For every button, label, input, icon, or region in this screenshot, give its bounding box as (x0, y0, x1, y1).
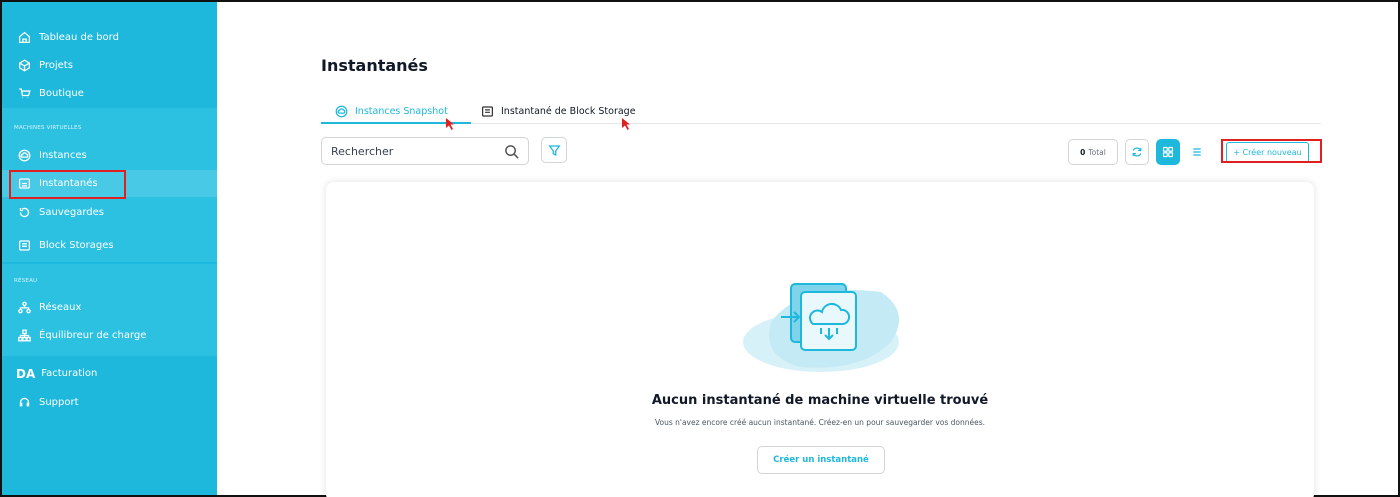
sidebar-item-label: Réseaux (39, 302, 82, 313)
cloud-snapshot-illustration-icon (743, 283, 899, 372)
tab-bar: Instances Snapshot Instantané de Block S… (321, 98, 1321, 124)
home-icon (16, 30, 32, 46)
storage-icon (16, 238, 32, 254)
filter-button[interactable] (541, 137, 567, 163)
sidebar-item-support[interactable]: Support (2, 389, 217, 416)
search-placeholder: Rechercher (331, 144, 394, 158)
tab-label: Instances Snapshot (355, 105, 448, 117)
empty-state-card: Aucun instantané de machine virtuelle tr… (326, 182, 1314, 497)
sidebar-item-label: Tableau de bord (39, 32, 119, 43)
sidebar-item-billing[interactable]: DA Facturation (2, 360, 217, 387)
sidebar-item-label: Facturation (41, 368, 98, 379)
sidebar-section-vm: MACHINES VIRTUELLES (14, 125, 82, 131)
cloud-icon (16, 148, 32, 164)
sidebar-item-block-storages[interactable]: Block Storages (2, 232, 217, 259)
empty-state-subtitle: Vous n'avez encore créé aucun instantané… (654, 418, 986, 427)
highlight-sidebar-snapshots (9, 170, 126, 199)
page-title: Instantanés (321, 56, 428, 75)
search-icon (504, 144, 519, 162)
headset-icon (16, 395, 32, 411)
sidebar-item-projects[interactable]: Projets (2, 52, 217, 79)
sidebar-item-label: Sauvegardes (39, 207, 105, 218)
create-snapshot-button[interactable]: Créer un instantané (757, 446, 885, 474)
sidebar-item-load-balancer[interactable]: Équilibreur de charge (2, 322, 217, 349)
sidebar-item-label: Boutique (39, 88, 84, 99)
total-count: 0 (1080, 147, 1086, 157)
cloud-icon (335, 105, 348, 118)
sidebar-item-label: Équilibreur de charge (39, 330, 147, 341)
cart-icon (16, 86, 32, 102)
tab-instances-snapshot[interactable]: Instances Snapshot (335, 100, 448, 122)
refresh-icon (1132, 147, 1142, 157)
sidebar-item-shop[interactable]: Boutique (2, 80, 217, 107)
total-label: Total (1088, 147, 1106, 157)
search-input[interactable]: Rechercher (321, 137, 529, 165)
list-view-button[interactable] (1185, 139, 1209, 165)
sidebar-item-label: Instances (39, 150, 87, 161)
list-icon (1193, 148, 1201, 156)
sidebar-item-instances[interactable]: Instances (2, 142, 217, 169)
grid-view-button[interactable] (1156, 139, 1180, 165)
grid-icon (1162, 146, 1174, 158)
sidebar-item-networks[interactable]: Réseaux (2, 294, 217, 321)
backup-icon (16, 205, 32, 221)
sidebar-item-label: Support (39, 397, 79, 408)
total-badge: 0 Total (1068, 139, 1118, 165)
network-icon (16, 300, 32, 316)
tab-block-storage-snapshot[interactable]: Instantané de Block Storage (481, 100, 636, 122)
sidebar-section-network: RÉSEAU (14, 278, 38, 284)
sidebar: Tableau de bord Projets Boutique MACHINE… (2, 2, 217, 495)
empty-state-title: Aucun instantané de machine virtuelle tr… (651, 393, 989, 408)
sidebar-item-label: Projets (39, 60, 73, 71)
refresh-button[interactable] (1125, 139, 1149, 165)
highlight-create-button (1221, 139, 1322, 163)
cursor-icon (446, 118, 454, 130)
sidebar-item-backups[interactable]: Sauvegardes (2, 199, 217, 226)
billing-prefix: DA (16, 366, 36, 381)
loadbalancer-icon (16, 328, 32, 344)
sidebar-item-dashboard[interactable]: Tableau de bord (2, 24, 217, 51)
cube-icon (16, 58, 32, 74)
sidebar-item-label: Block Storages (39, 240, 114, 251)
storage-icon (481, 105, 494, 118)
filter-icon (547, 144, 561, 156)
cursor-icon (622, 118, 630, 130)
tab-label: Instantané de Block Storage (501, 105, 636, 117)
main-content: Instantanés Instances Snapshot Instantan… (217, 2, 1398, 497)
